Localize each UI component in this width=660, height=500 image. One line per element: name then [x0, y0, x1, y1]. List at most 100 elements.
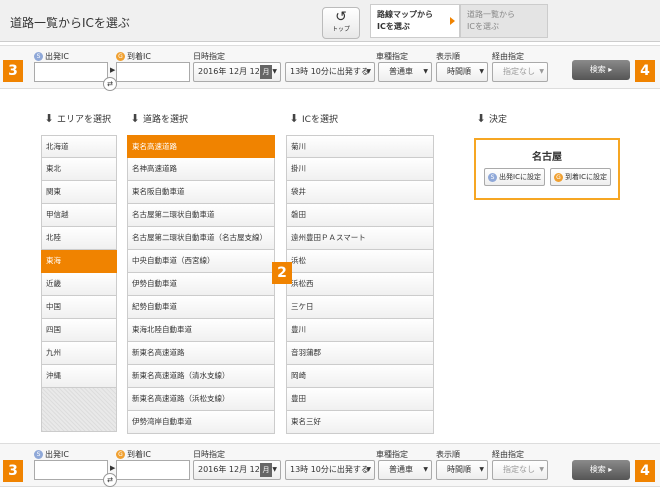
ic-list-item[interactable]: 遠州豊田ＰＡスマート [286, 227, 434, 250]
order-label: 表示順 [436, 52, 460, 61]
via-label: 経由指定 [492, 52, 524, 61]
road-list-item[interactable]: 伊勢自動車道 [127, 273, 275, 296]
ic-list-item[interactable]: 菊川 [286, 135, 434, 158]
time-select[interactable]: 13時 10分に出発する ▼ [285, 62, 375, 82]
area-list-item[interactable]: 中国 [41, 296, 117, 319]
step-badge-search: 4 [635, 60, 655, 82]
ic-list-item[interactable]: 岡崎 [286, 365, 434, 388]
ic-list-item[interactable]: 浜松西 [286, 273, 434, 296]
chevron-down-icon: ▼ [272, 68, 277, 75]
road-list-item[interactable]: 東名高速道路 [127, 135, 275, 158]
back-arrow-icon: ↺ [335, 9, 347, 25]
start-ic-input[interactable] [34, 62, 108, 82]
start-ic-label: S 出発IC [34, 449, 69, 460]
ic-list-item[interactable]: 東名三好 [286, 411, 434, 434]
arrow-down-icon: ⬇ [476, 112, 486, 125]
start-ic-label-text: 出発IC [45, 52, 69, 61]
road-list-item[interactable]: 名古屋第二環状自動車道 [127, 204, 275, 227]
goal-ic-input[interactable] [116, 460, 190, 480]
search-bar-top: S 出発IC ▶ ⇄ G 到着IC 日時指定 2016年 12月 12日月 ▼ 13時… [0, 45, 660, 91]
heading-road: ⬇ 道路を選択 [130, 112, 188, 125]
set-goal-button[interactable]: G 到着ICに設定 [550, 168, 611, 186]
chevron-down-icon: ▼ [539, 466, 544, 473]
tab-road-list: 道路一覧から ICを選ぶ [460, 4, 548, 38]
heading-decide: ⬇ 決定 [476, 112, 507, 125]
goal-ic-label-text: 到着IC [127, 450, 151, 459]
ic-list-item[interactable]: 袋井 [286, 181, 434, 204]
top-button-label: トップ [331, 26, 350, 33]
road-list-item[interactable]: 中央自動車道（西宮線） [127, 250, 275, 273]
road-list-item[interactable]: 東海北陸自動車道 [127, 319, 275, 342]
area-list: 北海道 東北 関東 甲信越 北陸 東海 近畿 中国 四国 九州 沖縄 [41, 135, 117, 432]
chevron-down-icon: ▼ [272, 466, 277, 473]
page-title: 道路一覧からICを選ぶ [10, 16, 130, 30]
vehicle-select[interactable]: 普通車 ▼ [378, 62, 432, 82]
tab-road-list-line2: ICを選ぶ [467, 22, 499, 31]
search-button[interactable]: 検索 ▸ [572, 60, 630, 80]
ic-list-item[interactable]: 浜松 [286, 250, 434, 273]
calendar-icon[interactable]: 月 [260, 65, 272, 79]
area-list-item[interactable]: 北海道 [41, 135, 117, 158]
ic-list-item[interactable]: 音羽蒲郡 [286, 342, 434, 365]
vehicle-select[interactable]: 普通車 ▼ [378, 460, 432, 480]
area-list-item[interactable]: 近畿 [41, 273, 117, 296]
goal-ic-input[interactable] [116, 62, 190, 82]
via-value: 指定なし [503, 67, 535, 76]
goal-circle-icon: G [554, 172, 563, 182]
road-list-item[interactable]: 新東名高速道路（清水支線） [127, 365, 275, 388]
heading-area: ⬇ エリアを選択 [44, 112, 111, 125]
date-select[interactable]: 2016年 12月 12日月 ▼ [193, 460, 281, 480]
order-select[interactable]: 時間順 ▼ [436, 62, 488, 82]
area-list-item[interactable]: 東北 [41, 158, 117, 181]
via-select[interactable]: 指定なし ▼ [492, 460, 548, 480]
road-list-item[interactable]: 名古屋第二環状自動車道（名古屋支線） [127, 227, 275, 250]
heading-ic-text: ICを選択 [302, 115, 338, 125]
chevron-down-icon: ▼ [366, 466, 371, 473]
order-value: 時間順 [447, 465, 471, 474]
area-list-item[interactable]: 東海 [41, 250, 117, 273]
date-select[interactable]: 2016年 12月 12日月 ▼ [193, 62, 281, 82]
road-list-item[interactable]: 紀勢自動車道 [127, 296, 275, 319]
road-list-item[interactable]: 伊勢湾岸自動車道 [127, 411, 275, 434]
tab-route-map-line2: ICを選ぶ [377, 22, 410, 31]
area-list-item[interactable]: 四国 [41, 319, 117, 342]
top-button[interactable]: ↺ トップ [322, 7, 360, 39]
goal-circle-icon: G [116, 450, 125, 459]
road-list-item[interactable]: 名神高速道路 [127, 158, 275, 181]
ic-list-item[interactable]: 三ケ日 [286, 296, 434, 319]
ic-list-item[interactable]: 豊田 [286, 388, 434, 411]
road-list-item[interactable]: 新東名高速道路 [127, 342, 275, 365]
ic-list-item[interactable]: 豊川 [286, 319, 434, 342]
road-list-item[interactable]: 東名阪自動車道 [127, 181, 275, 204]
start-ic-input[interactable] [34, 460, 108, 480]
chevron-down-icon: ▼ [423, 68, 428, 75]
swap-icon[interactable]: ⇄ [103, 77, 117, 91]
chevron-down-icon: ▼ [479, 68, 484, 75]
chevron-down-icon: ▼ [423, 466, 428, 473]
start-circle-icon: S [34, 450, 43, 459]
vehicle-label: 車種指定 [376, 52, 408, 61]
via-select[interactable]: 指定なし ▼ [492, 62, 548, 82]
ic-list-item[interactable]: 掛川 [286, 158, 434, 181]
area-list-item[interactable]: 九州 [41, 342, 117, 365]
area-list-item[interactable]: 関東 [41, 181, 117, 204]
area-list-item[interactable]: 甲信越 [41, 204, 117, 227]
goal-ic-label: G 到着IC [116, 449, 151, 460]
swap-icon[interactable]: ⇄ [103, 473, 117, 487]
date-value: 2016年 12月 12日 [198, 67, 268, 76]
area-list-item[interactable]: 北陸 [41, 227, 117, 250]
road-list-item[interactable]: 新東名高速道路（浜松支線） [127, 388, 275, 411]
time-select[interactable]: 13時 10分に出発する ▼ [285, 460, 375, 480]
search-button[interactable]: 検索 ▸ [572, 460, 630, 480]
area-list-item[interactable]: 沖縄 [41, 365, 117, 388]
triangle-right-icon [450, 17, 455, 25]
start-circle-icon: S [488, 172, 497, 182]
arrow-down-icon: ⬇ [289, 112, 299, 125]
start-ic-label-text: 出発IC [45, 450, 69, 459]
set-start-button[interactable]: S 出発ICに設定 [484, 168, 545, 186]
ic-list-item[interactable]: 磐田 [286, 204, 434, 227]
heading-decide-text: 決定 [489, 115, 508, 125]
calendar-icon[interactable]: 月 [260, 463, 272, 477]
tab-route-map[interactable]: 路線マップから ICを選ぶ [370, 4, 460, 38]
order-select[interactable]: 時間順 ▼ [436, 460, 488, 480]
